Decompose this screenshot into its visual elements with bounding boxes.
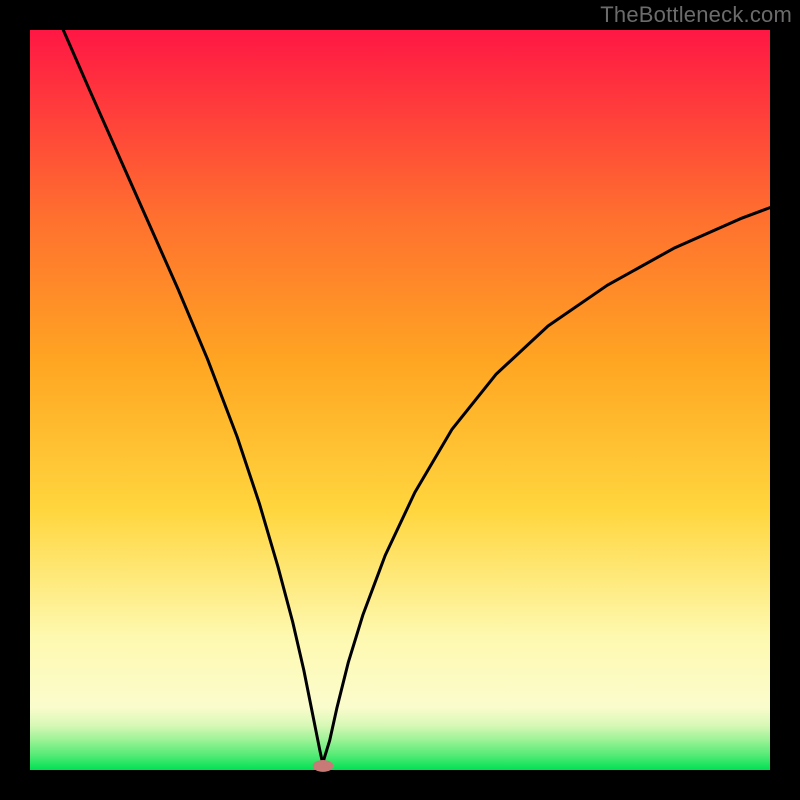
optimal-point-marker: [313, 760, 334, 772]
plot-background: [30, 30, 770, 770]
bottleneck-chart: [0, 0, 800, 800]
chart-frame: TheBottleneck.com: [0, 0, 800, 800]
